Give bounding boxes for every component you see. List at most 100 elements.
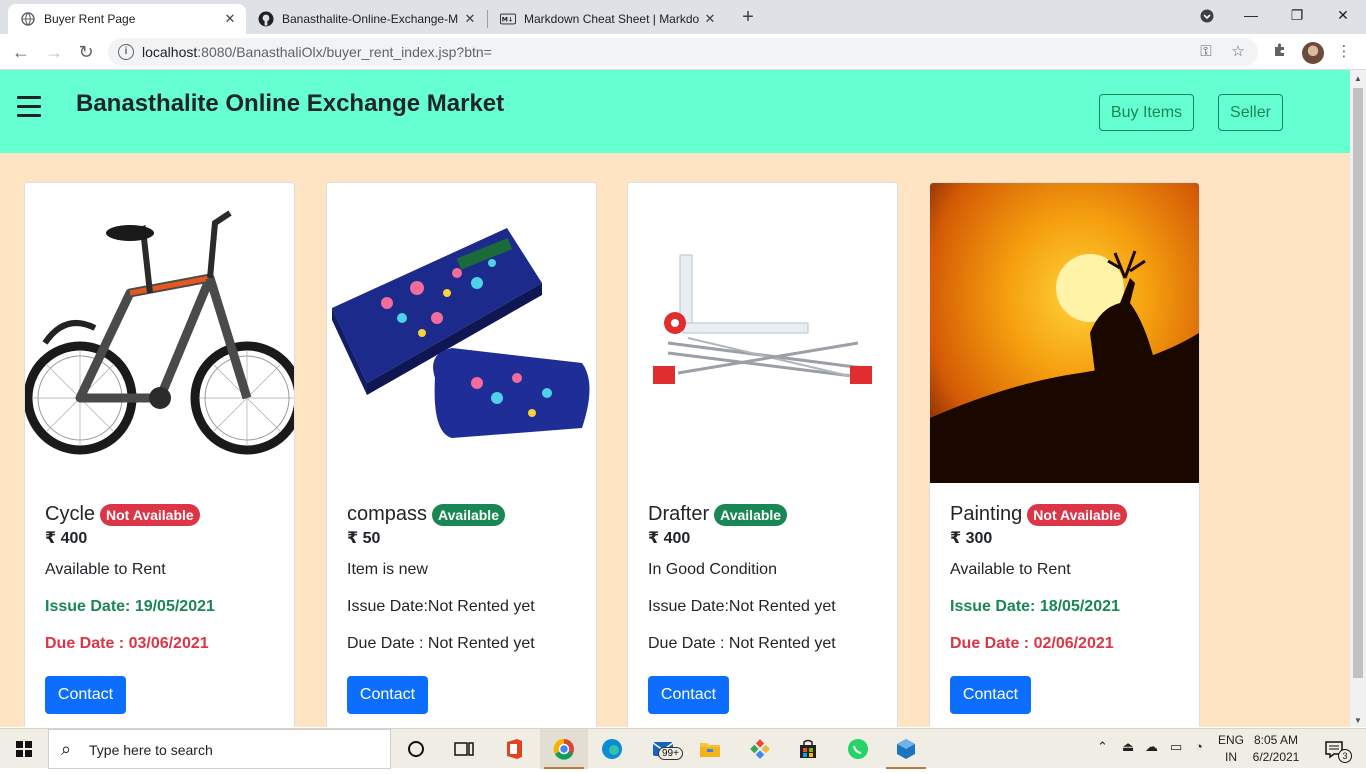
product-name-text: Painting (950, 503, 1023, 525)
search-placeholder: Type here to search (89, 742, 213, 758)
show-hidden-icons-chevron[interactable]: ⌃ (1097, 739, 1108, 755)
browser-toolbar: ← → ↻ i localhost:8080/BanasthaliOlx/buy… (0, 34, 1366, 70)
file-explorer-icon[interactable] (686, 729, 734, 769)
url-host: localhost (142, 44, 198, 60)
buy-items-button[interactable]: Buy Items (1099, 94, 1194, 131)
reload-button[interactable]: ↻ (74, 40, 98, 64)
contact-button[interactable]: Contact (950, 676, 1031, 714)
url-path: :8080/BanasthaliOlx/buyer_rent_index.jsp… (197, 44, 492, 60)
scroll-down-arrow-icon[interactable]: ▼ (1354, 716, 1362, 725)
due-date: Due Date : Not Rented yet (648, 635, 836, 652)
extensions-puzzle-icon[interactable] (1270, 42, 1290, 62)
close-tab-icon[interactable]: ✕ (222, 11, 238, 27)
wifi-icon[interactable]: ◔ (1195, 739, 1203, 754)
due-date: Due Date : 03/06/2021 (45, 635, 209, 652)
restore-button[interactable]: ❐ (1274, 0, 1320, 32)
site-navbar: Banasthalite Online Exchange Market Buy … (0, 70, 1350, 153)
due-date: Due Date : 02/06/2021 (950, 635, 1114, 652)
issue-date: Issue Date:Not Rented yet (648, 598, 836, 615)
product-description: In Good Condition (648, 561, 777, 578)
close-tab-icon[interactable]: ✕ (702, 11, 718, 27)
minimize-button[interactable]: — (1228, 0, 1274, 32)
product-card: Painting Not Available ₹ 300 Available to… (929, 182, 1200, 727)
notifications-icon[interactable]: 3 (1314, 729, 1354, 769)
microsoft-store-icon[interactable] (784, 729, 832, 769)
close-tab-icon[interactable]: ✕ (462, 11, 478, 27)
product-description: Item is new (347, 561, 428, 578)
product-description: Available to Rent (950, 561, 1071, 578)
product-card: Cycle Not Available ₹ 400 Available to Re… (24, 182, 295, 727)
tab-title: Banasthalite-Online-Exchange-M (282, 12, 459, 26)
product-description: Available to Rent (45, 561, 166, 578)
tab-title: Markdown Cheat Sheet | Markdo (524, 12, 700, 26)
whatsapp-icon[interactable] (834, 729, 882, 769)
tab-search-button[interactable] (1184, 0, 1230, 32)
status-badge: Available (714, 503, 788, 526)
url-text: localhost:8080/BanasthaliOlx/buyer_rent_… (142, 44, 492, 60)
mail-icon[interactable]: 99+ (640, 729, 688, 769)
product-name: Painting Not Available (950, 503, 1189, 526)
product-price: ₹ 400 (648, 530, 691, 547)
product-card: compass Available ₹ 50 Item is new Issue … (326, 182, 597, 727)
taskbar-search-box[interactable]: ⌕ Type here to search (48, 729, 391, 769)
app-diamond-icon[interactable] (736, 729, 784, 769)
due-date: Due Date : Not Rented yet (347, 635, 535, 652)
menu-kebab-icon[interactable]: ⋮ (1334, 42, 1354, 62)
tab-buyer-rent[interactable]: Buyer Rent Page ✕ (8, 4, 246, 34)
product-name-text: compass (347, 503, 428, 525)
tab-title: Buyer Rent Page (44, 12, 136, 26)
status-badge: Not Available (100, 503, 200, 526)
address-bar[interactable]: i localhost:8080/BanasthaliOlx/buyer_ren… (108, 38, 1258, 66)
edge-icon[interactable] (588, 729, 636, 769)
forward-button[interactable]: → (42, 40, 66, 64)
globe-icon (20, 11, 36, 27)
back-button[interactable]: ← (9, 40, 33, 64)
markdown-icon: M↓ (500, 11, 516, 27)
office-icon[interactable] (490, 729, 538, 769)
github-icon (258, 11, 274, 27)
system-clock[interactable]: 8:05 AM 6/2/2021 (1247, 732, 1305, 766)
notification-count-badge: 3 (1338, 749, 1352, 763)
site-info-icon[interactable]: i (118, 44, 134, 60)
cortana-circle-icon[interactable] (392, 729, 440, 769)
issue-date: Issue Date: 18/05/2021 (950, 598, 1120, 615)
contact-button[interactable]: Contact (45, 676, 126, 714)
scrollbar-thumb[interactable] (1353, 88, 1363, 678)
tab-github[interactable]: Banasthalite-Online-Exchange-M ✕ (246, 4, 486, 34)
page-content: Banasthalite Online Exchange Market Buy … (0, 70, 1350, 727)
battery-icon[interactable]: ▭ (1170, 739, 1182, 755)
product-image-deer-sunset (930, 183, 1199, 483)
virtualbox-icon[interactable] (882, 729, 930, 769)
seller-button[interactable]: Seller (1218, 94, 1283, 131)
contact-button[interactable]: Contact (648, 676, 729, 714)
product-price: ₹ 300 (950, 530, 993, 547)
new-tab-button[interactable]: + (737, 6, 759, 28)
profile-avatar[interactable] (1302, 42, 1324, 64)
search-icon: ⌕ (61, 739, 72, 759)
language-indicator[interactable]: ENG IN (1216, 732, 1246, 766)
page-scrollbar[interactable]: ▲ ▼ (1350, 70, 1366, 727)
bookmark-star-icon[interactable]: ☆ (1228, 42, 1248, 62)
contact-button[interactable]: Contact (347, 676, 428, 714)
scroll-up-arrow-icon[interactable]: ▲ (1354, 74, 1362, 83)
windows-start-button[interactable] (0, 729, 48, 769)
status-badge: Not Available (1027, 503, 1127, 526)
issue-date: Issue Date: 19/05/2021 (45, 598, 215, 615)
product-name: compass Available (347, 503, 586, 526)
issue-date: Issue Date:Not Rented yet (347, 598, 535, 615)
close-window-button[interactable]: ✕ (1320, 0, 1366, 32)
hamburger-menu-icon[interactable] (17, 96, 41, 118)
network-cloud-icon[interactable]: ☁ (1145, 739, 1158, 755)
product-name-text: Cycle (45, 503, 96, 525)
clock-date: 6/2/2021 (1252, 750, 1300, 764)
usb-drive-icon[interactable]: ⏏ (1122, 739, 1134, 755)
product-price: ₹ 50 (347, 530, 381, 547)
product-name-text: Drafter (648, 503, 710, 525)
tab-markdown[interactable]: M↓ Markdown Cheat Sheet | Markdo ✕ (488, 4, 726, 34)
product-price: ₹ 400 (45, 530, 88, 547)
chrome-taskbar-icon[interactable] (540, 729, 588, 769)
product-image-drafter (628, 183, 897, 483)
browser-tab-strip: Buyer Rent Page ✕ Banasthalite-Online-Ex… (0, 0, 1366, 34)
task-view-icon[interactable] (440, 729, 488, 769)
key-icon[interactable]: ⚿ (1196, 42, 1216, 62)
